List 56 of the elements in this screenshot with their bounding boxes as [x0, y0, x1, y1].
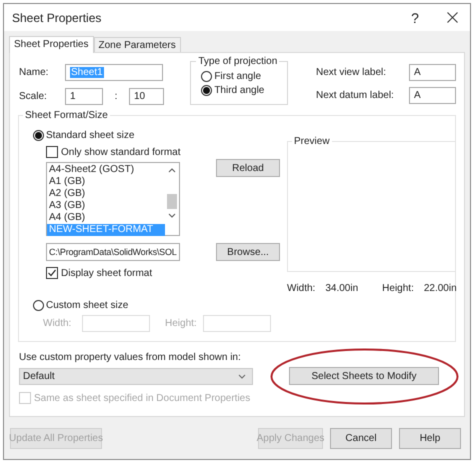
scale-label: Scale: [19, 91, 48, 102]
height-value: 22.00in [424, 283, 457, 294]
footer-button[interactable]: Help [399, 428, 461, 448]
format-list[interactable]: A4-Sheet2 (GOST) A1 (GB) A2 (GB) A3 (GB) A4 (GB) NEW-SHEET-FORMAT [46, 162, 180, 236]
radio-button[interactable] [33, 130, 44, 141]
radio-button[interactable] [201, 71, 212, 82]
width-value: 34.00in [325, 283, 358, 294]
name-label: Name: [19, 67, 50, 78]
group-title: Preview [292, 136, 332, 147]
custom-width-label: Width: [43, 318, 72, 329]
list-item[interactable]: A1 (GB) [47, 176, 165, 188]
checkbox[interactable] [46, 146, 58, 158]
list-item[interactable]: A4-Sheet2 (GOST) [47, 164, 165, 176]
path-field[interactable]: C:\ProgramData\SolidWorks\SOL [46, 243, 180, 261]
group-title: Sheet Format/Size [23, 110, 110, 121]
help-button[interactable]: ? [405, 10, 425, 26]
list-item[interactable]: A4 (GB) [47, 212, 165, 224]
custom-height-field[interactable] [203, 315, 271, 332]
select-sheets-button[interactable]: Select Sheets to Modify [289, 367, 439, 385]
scale-denominator-field[interactable]: 10 [129, 88, 164, 105]
radio-label: Standard sheet size [46, 130, 134, 141]
tab[interactable]: Zone Parameters [94, 37, 181, 52]
checkbox-label: Display sheet format [61, 268, 152, 278]
group-title: Type of projection [196, 56, 280, 67]
checkbox-label: Same as sheet specified in Document Properties [34, 392, 250, 404]
next-datum-label: Next datum label: [316, 90, 395, 101]
chevron-icon [238, 374, 246, 378]
list-item[interactable]: A2 (GB) [47, 188, 165, 200]
scale-separator: : [114, 91, 118, 102]
footer-button[interactable]: Cancel [330, 428, 392, 448]
next-view-field[interactable]: A [409, 64, 456, 81]
next-view-label: Next view label: [316, 67, 388, 78]
custom-height-label: Height: [165, 318, 198, 329]
scroll-thumb[interactable] [167, 194, 177, 209]
checkbox-label: Only show standard format [61, 146, 180, 158]
scroll-up-icon[interactable] [168, 167, 176, 173]
custom-property-label: Use custom property values from model shown in: [19, 352, 241, 363]
radio-label: Custom sheet size [46, 300, 128, 311]
window-title: Sheet Properties [12, 10, 102, 24]
checkbox[interactable] [46, 267, 58, 279]
scale-numerator-field[interactable]: 1 [65, 88, 103, 105]
list-item[interactable]: A3 (GB) [47, 200, 165, 212]
width-label: Width: [287, 283, 316, 294]
configuration-dropdown[interactable]: Default [19, 368, 253, 384]
close-icon[interactable] [447, 12, 458, 23]
scroll-down-icon[interactable] [168, 213, 176, 219]
radio-label: Third angle [214, 85, 264, 96]
height-label: Height: [382, 283, 414, 294]
radio-button[interactable] [201, 85, 212, 96]
browse-button[interactable]: Browse... [216, 243, 280, 261]
custom-width-field[interactable] [82, 315, 150, 332]
radio-label: First angle [214, 71, 262, 82]
next-datum-field[interactable]: A [409, 87, 456, 104]
tab[interactable]: Sheet Properties [9, 36, 94, 53]
radio-button[interactable] [33, 300, 44, 311]
reload-button[interactable]: Reload [216, 159, 280, 177]
